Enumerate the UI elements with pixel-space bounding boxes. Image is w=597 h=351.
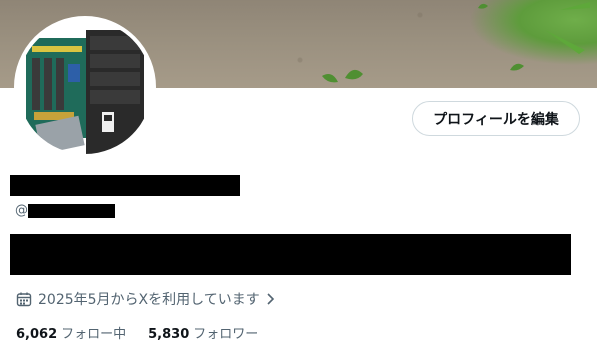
handle-at-sign: @ bbox=[15, 203, 28, 218]
followers-link[interactable]: 5,830 フォロワー bbox=[148, 323, 258, 342]
following-label: フォロー中 bbox=[61, 327, 127, 342]
following-count: 6,062 bbox=[16, 327, 58, 342]
handle-redacted bbox=[28, 204, 115, 218]
display-name-redacted bbox=[10, 175, 240, 196]
followers-count: 5,830 bbox=[148, 327, 190, 342]
following-link[interactable]: 6,062 フォロー中 bbox=[16, 323, 126, 342]
followers-label: フォロワー bbox=[193, 327, 259, 342]
bio-redacted bbox=[10, 234, 571, 275]
joined-date[interactable]: 2025年5月からXを利用しています bbox=[16, 289, 275, 309]
calendar-icon bbox=[16, 292, 32, 307]
joined-text: 2025年5月からXを利用しています bbox=[38, 292, 260, 308]
profile-avatar[interactable] bbox=[14, 16, 156, 158]
follow-stats: 6,062 フォロー中 5,830 フォロワー bbox=[16, 323, 258, 342]
chevron-right-icon bbox=[267, 293, 274, 305]
avatar-image bbox=[18, 20, 152, 154]
edit-profile-button[interactable]: プロフィールを編集 bbox=[412, 101, 580, 136]
